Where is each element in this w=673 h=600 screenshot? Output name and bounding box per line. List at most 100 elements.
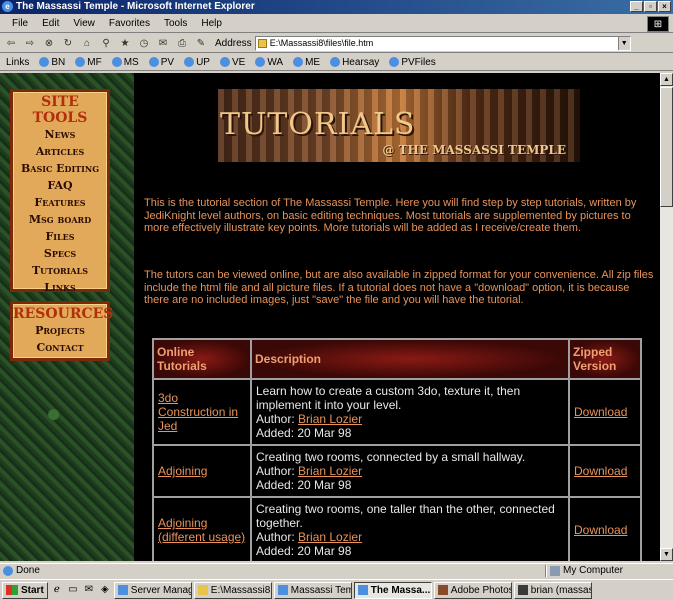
nav-features[interactable]: Features bbox=[13, 194, 107, 211]
tutorials-table: Online Tutorials Description Zipped Vers… bbox=[152, 338, 642, 561]
history-icon[interactable]: ◷ bbox=[136, 37, 152, 51]
refresh-icon[interactable]: ↻ bbox=[60, 37, 76, 51]
table-row: Adjoining (different usage) Creating two… bbox=[152, 496, 642, 561]
download-link[interactable]: Download bbox=[574, 464, 627, 478]
scroll-down-icon[interactable]: ▼ bbox=[660, 548, 673, 561]
outlook-quicklaunch-icon[interactable]: ✉ bbox=[82, 583, 96, 597]
nav-files[interactable]: Files bbox=[13, 228, 107, 245]
vertical-scrollbar[interactable]: ▲ ▼ bbox=[660, 73, 673, 561]
resources-box: Resources Projects Contact bbox=[10, 301, 113, 361]
page-icon bbox=[257, 39, 267, 48]
tutorial-link[interactable]: Adjoining (different usage) bbox=[158, 516, 245, 544]
back-icon[interactable]: ⇦ bbox=[3, 37, 19, 51]
added-date: Added: 20 Mar 98 bbox=[256, 544, 352, 558]
windows-flag-icon bbox=[6, 585, 18, 595]
page-icon bbox=[111, 57, 122, 67]
task-adobe-photoshop[interactable]: Adobe Photos... bbox=[433, 581, 512, 599]
menu-tools[interactable]: Tools bbox=[164, 15, 187, 32]
nav-links[interactable]: Links bbox=[13, 279, 107, 296]
table-row: Adjoining Creating two rooms, connected … bbox=[152, 444, 642, 498]
nav-tutorials[interactable]: Tutorials bbox=[13, 262, 107, 279]
tutorial-link[interactable]: 3do Construction in Jed bbox=[158, 391, 238, 433]
link-ms[interactable]: MS bbox=[111, 57, 139, 68]
download-link[interactable]: Download bbox=[574, 405, 627, 419]
scroll-thumb[interactable] bbox=[660, 87, 673, 207]
nav-msg-board[interactable]: Msg board bbox=[13, 211, 107, 228]
site-tools-heading: Site Tools bbox=[32, 94, 88, 126]
nav-specs[interactable]: Specs bbox=[13, 245, 107, 262]
home-icon[interactable]: ⌂ bbox=[79, 37, 95, 51]
nav-basic-editing[interactable]: Basic Editing bbox=[13, 160, 107, 177]
nav-contact[interactable]: Contact bbox=[13, 339, 107, 356]
link-hearsay[interactable]: Hearsay bbox=[330, 57, 379, 68]
link-bn[interactable]: BN bbox=[39, 57, 65, 68]
added-date: Added: 20 Mar 98 bbox=[256, 426, 352, 440]
address-label: Address bbox=[215, 38, 252, 49]
forward-icon[interactable]: ⇨ bbox=[22, 37, 38, 51]
nav-news[interactable]: News bbox=[13, 126, 107, 143]
nav-faq[interactable]: FAQ bbox=[13, 177, 107, 194]
link-mf[interactable]: MF bbox=[75, 57, 102, 68]
author-link[interactable]: Brian Lozier bbox=[298, 464, 362, 478]
main-area: Tutorials @ The Massassi Temple This is … bbox=[136, 73, 660, 561]
tutorial-description: Learn how to create a custom 3do, textur… bbox=[256, 384, 521, 412]
stop-icon[interactable]: ⊗ bbox=[41, 37, 57, 51]
link-ve[interactable]: VE bbox=[219, 57, 245, 68]
ie-quicklaunch-icon[interactable]: ℯ bbox=[50, 583, 64, 597]
windows-logo-icon: ⊞ bbox=[647, 16, 669, 32]
link-pvfiles[interactable]: PVFiles bbox=[389, 57, 436, 68]
security-zone: My Computer bbox=[563, 565, 624, 576]
app-quicklaunch-icon[interactable]: ◈ bbox=[98, 583, 112, 597]
author-link[interactable]: Brian Lozier bbox=[298, 530, 362, 544]
page-icon bbox=[148, 57, 159, 67]
maximize-button[interactable]: ▫ bbox=[644, 1, 657, 12]
task-explorer-folder[interactable]: E:\Massassi8 bbox=[193, 581, 272, 599]
tutorial-description: Creating two rooms, connected by a small… bbox=[256, 450, 526, 464]
minimize-button[interactable]: _ bbox=[630, 1, 643, 12]
close-button[interactable]: × bbox=[658, 1, 671, 12]
page-icon bbox=[255, 57, 266, 67]
address-dropdown-icon[interactable]: ▼ bbox=[617, 37, 630, 50]
link-me[interactable]: ME bbox=[293, 57, 320, 68]
menu-help[interactable]: Help bbox=[201, 15, 222, 32]
task-server-manager[interactable]: Server Manag... bbox=[113, 581, 192, 599]
desktop-quicklaunch-icon[interactable]: ▭ bbox=[66, 583, 80, 597]
menu-file[interactable]: File bbox=[12, 15, 28, 32]
download-link[interactable]: Download bbox=[574, 523, 627, 537]
search-icon[interactable]: ⚲ bbox=[98, 37, 114, 51]
status-text: Done bbox=[16, 565, 40, 576]
menu-view[interactable]: View bbox=[73, 15, 95, 32]
scroll-up-icon[interactable]: ▲ bbox=[660, 73, 673, 86]
nav-articles[interactable]: Articles bbox=[13, 143, 107, 160]
folder-icon bbox=[197, 585, 208, 595]
address-field[interactable]: E:\Massassi8\files\file.htm ▼ bbox=[254, 36, 631, 51]
page-icon bbox=[330, 57, 341, 67]
favorites-icon[interactable]: ★ bbox=[117, 37, 133, 51]
nav-projects[interactable]: Projects bbox=[13, 322, 107, 339]
intro-paragraph-1: This is the tutorial section of The Mass… bbox=[144, 197, 637, 234]
banner-title: Tutorials bbox=[220, 107, 416, 142]
link-up[interactable]: UP bbox=[184, 57, 210, 68]
links-label: Links bbox=[6, 56, 30, 68]
edit-icon[interactable]: ✎ bbox=[193, 37, 209, 51]
site-tools-box: Site Tools News Articles Basic Editing F… bbox=[10, 89, 110, 294]
link-pv[interactable]: PV bbox=[148, 57, 174, 68]
terminal-icon bbox=[517, 585, 528, 595]
address-value: E:\Massassi8\files\file.htm bbox=[269, 38, 374, 48]
task-brian-massassi[interactable]: brian (massas... bbox=[513, 581, 592, 599]
page-status-icon bbox=[3, 566, 13, 576]
tutorial-link[interactable]: Adjoining bbox=[158, 464, 207, 478]
menu-favorites[interactable]: Favorites bbox=[109, 15, 150, 32]
task-the-massassi-active[interactable]: The Massa... bbox=[353, 581, 432, 599]
page-icon bbox=[75, 57, 86, 67]
author-link[interactable]: Brian Lozier bbox=[298, 412, 362, 426]
taskbar: Start ℯ ▭ ✉ ◈ Server Manag... E:\Massass… bbox=[0, 579, 673, 600]
print-icon[interactable]: ⎙ bbox=[174, 37, 190, 51]
menu-edit[interactable]: Edit bbox=[42, 15, 59, 32]
mail-icon[interactable]: ✉ bbox=[155, 37, 171, 51]
link-wa[interactable]: WA bbox=[255, 57, 283, 68]
task-massassi-temple[interactable]: Massassi Tem... bbox=[273, 581, 352, 599]
start-button[interactable]: Start bbox=[2, 581, 48, 599]
intro-paragraph-2: The tutors can be viewed online, but are… bbox=[144, 269, 654, 306]
title-bar: e The Massassi Temple - Microsoft Intern… bbox=[0, 0, 673, 14]
